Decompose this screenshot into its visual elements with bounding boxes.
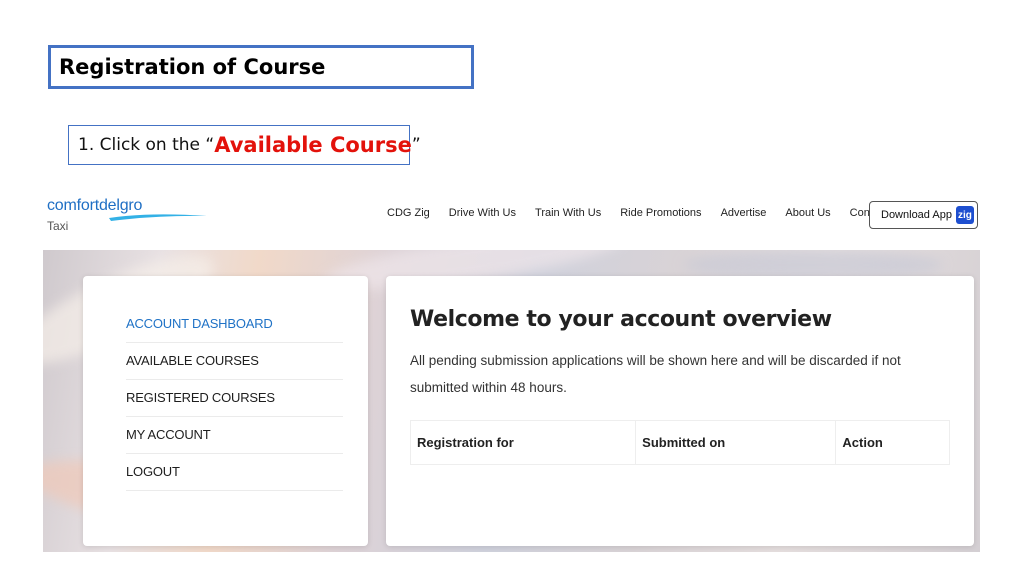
menu-registered-courses[interactable]: REGISTERED COURSES — [126, 380, 343, 417]
download-app-button[interactable]: Download App zig — [869, 201, 978, 229]
download-app-label: Download App — [881, 209, 952, 221]
zig-app-icon: zig — [955, 206, 974, 224]
instruction-highlight: Available Course — [214, 133, 412, 157]
page-description: All pending submission applications will… — [410, 353, 901, 395]
menu-my-account[interactable]: MY ACCOUNT — [126, 417, 343, 454]
account-sidebar: ACCOUNT DASHBOARD AVAILABLE COURSES REGI… — [83, 276, 368, 546]
nav-ride-promotions[interactable]: Ride Promotions — [620, 207, 701, 219]
nav-train-with-us[interactable]: Train With Us — [535, 207, 601, 219]
top-nav: CDG Zig Drive With Us Train With Us Ride… — [387, 207, 907, 219]
slide-title-text: Registration of Course — [59, 55, 326, 79]
instruction-prefix: 1. Click on the “ — [78, 135, 215, 155]
instruction-suffix: ” — [411, 135, 421, 155]
page-title: Welcome to your account overview — [410, 307, 832, 332]
column-header-registration-for: Registration for — [411, 421, 637, 464]
nav-about-us[interactable]: About Us — [785, 207, 830, 219]
nav-drive-with-us[interactable]: Drive With Us — [449, 207, 516, 219]
site-logo[interactable]: comfortdelgro Taxi — [47, 197, 207, 233]
logo-swoosh-icon — [109, 214, 207, 221]
column-header-submitted-on: Submitted on — [636, 421, 837, 464]
account-overview-panel: Welcome to your account overview All pen… — [386, 276, 974, 546]
account-menu: ACCOUNT DASHBOARD AVAILABLE COURSES REGI… — [126, 306, 343, 491]
nav-cdg-zig[interactable]: CDG Zig — [387, 207, 430, 219]
slide-title: Registration of Course — [48, 45, 474, 89]
registrations-table-header: Registration for Submitted on Action — [410, 420, 950, 465]
nav-advertise[interactable]: Advertise — [721, 207, 767, 219]
instruction-box: 1. Click on the “Available Course” — [68, 125, 421, 165]
menu-logout[interactable]: LOGOUT — [126, 454, 343, 491]
menu-available-courses[interactable]: AVAILABLE COURSES — [126, 343, 343, 380]
menu-account-dashboard[interactable]: ACCOUNT DASHBOARD — [126, 306, 343, 343]
column-header-action: Action — [842, 435, 883, 450]
